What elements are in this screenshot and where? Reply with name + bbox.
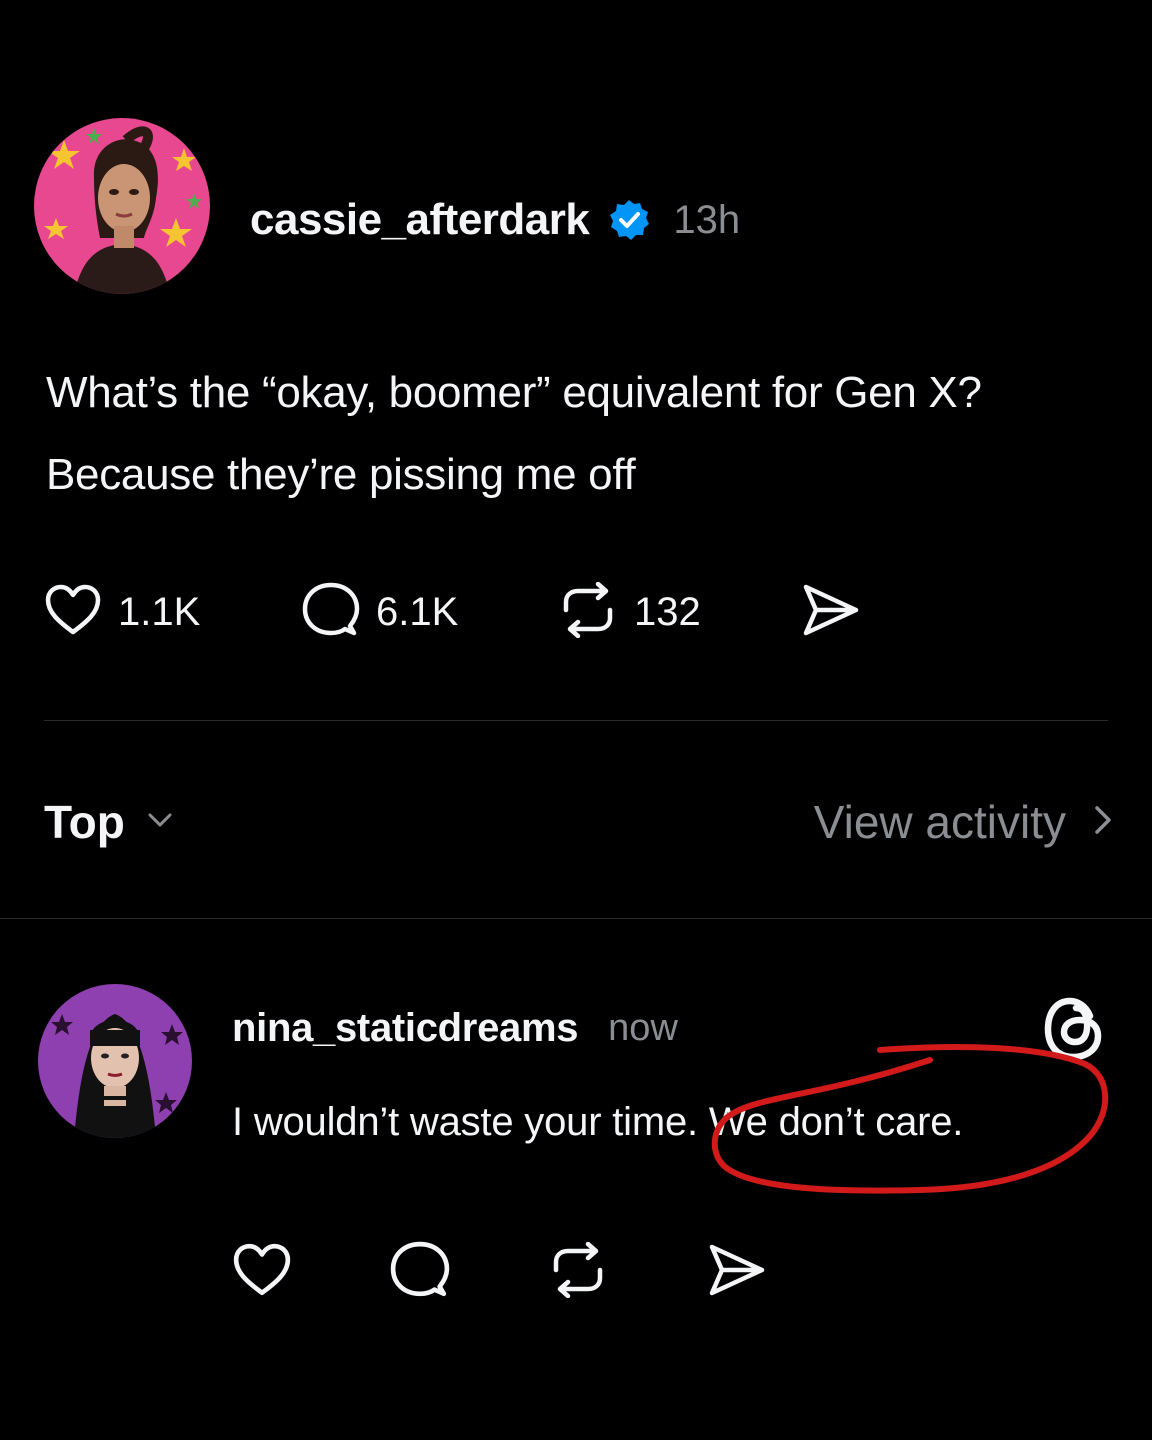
post-timestamp: 13h xyxy=(673,197,741,242)
divider xyxy=(0,918,1152,919)
reply-author-avatar[interactable] xyxy=(38,984,192,1138)
post-body: What’s the “okay, boomer” equivalent for… xyxy=(46,352,1126,516)
reply-like-button[interactable] xyxy=(232,1243,390,1302)
reply-reply-button[interactable] xyxy=(390,1241,548,1300)
view-activity-link[interactable]: View activity xyxy=(814,790,1112,854)
sort-dropdown[interactable]: Top xyxy=(44,790,173,854)
reply-body: I wouldn’t waste your time. We don’t car… xyxy=(232,1100,963,1145)
chevron-right-icon xyxy=(1094,805,1112,840)
repost-button[interactable]: 132 xyxy=(558,581,800,643)
heart-icon xyxy=(44,584,102,641)
replies-header: Top View activity xyxy=(44,790,1112,854)
reply-actions xyxy=(232,1241,864,1303)
reply-repost-button[interactable] xyxy=(548,1241,706,1303)
reply-count: 6.1K xyxy=(376,589,459,634)
heart-icon xyxy=(232,1243,292,1302)
author-username[interactable]: cassie_afterdark xyxy=(250,195,590,245)
speech-bubble-icon xyxy=(390,1241,450,1304)
send-icon xyxy=(706,1243,766,1302)
like-count: 1.1K xyxy=(118,589,201,634)
share-button[interactable] xyxy=(800,584,860,640)
reply-text-highlighted: . We don’t care. xyxy=(687,1100,964,1144)
speech-bubble-icon xyxy=(302,582,360,643)
post-text-line: Because they’re pissing me off xyxy=(46,450,636,499)
repost-count: 132 xyxy=(634,589,701,634)
sort-label: Top xyxy=(44,796,125,848)
reply-share-button[interactable] xyxy=(706,1244,864,1300)
verified-badge-icon xyxy=(607,198,651,242)
reply-button[interactable]: 6.1K xyxy=(302,582,558,643)
reply-author-row: nina_staticdreams now xyxy=(232,1002,678,1054)
reply-author-username[interactable]: nina_staticdreams xyxy=(232,1006,578,1051)
view-activity-label: View activity xyxy=(813,796,1066,848)
repost-arrows-icon xyxy=(558,581,618,643)
post-author-row: cassie_afterdark 13h xyxy=(250,192,740,248)
like-button[interactable]: 1.1K xyxy=(44,584,302,640)
send-icon xyxy=(800,583,860,642)
chevron-down-icon xyxy=(147,812,173,833)
reply-text-part: I wouldn’t waste your time xyxy=(232,1100,687,1144)
repost-arrows-icon xyxy=(548,1241,608,1303)
reply-timestamp: now xyxy=(608,1006,678,1049)
divider xyxy=(44,720,1108,721)
post-text-line: What’s the “okay, boomer” equivalent for… xyxy=(46,368,982,417)
author-avatar[interactable] xyxy=(34,118,210,294)
threads-logo xyxy=(1040,994,1110,1064)
post-actions: 1.1K 6.1K 132 xyxy=(44,581,860,643)
